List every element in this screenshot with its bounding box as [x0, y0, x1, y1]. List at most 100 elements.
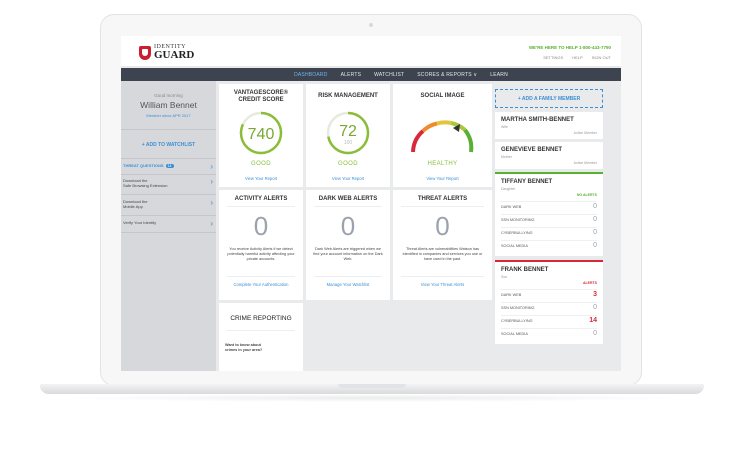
risk-score-value: 72 — [339, 123, 357, 140]
threat-questions-label: THREAT QUESTIONS — [123, 163, 164, 168]
member-name: FRANK BENNET — [501, 267, 549, 273]
monitor-row: DARK WEB 0 — [501, 201, 597, 211]
monitor-label: SSN MONITORING — [501, 217, 535, 222]
sidebar-item-mobile-app[interactable]: Download the Mobile App › — [123, 198, 213, 210]
monitor-label: SOCIAL MEDIA — [501, 243, 528, 248]
monitor-label: CYBERBULLYING — [501, 230, 533, 235]
main-nav: DASHBOARD ALERTS WATCHLIST SCORES & REPO… — [121, 68, 621, 81]
family-member-card[interactable]: GENEVIEVE BENNET Mother Active Member — [495, 142, 603, 169]
member-name: TIFFANY BENNET — [501, 179, 553, 185]
threat-alerts-description: Threat Alerts are vulnerabilities Watson… — [402, 247, 483, 262]
activity-alerts-count: 0 — [253, 211, 269, 241]
social-view-report-link[interactable]: View Your Report — [393, 176, 492, 181]
threat-alerts-title: THREAT ALERTS — [417, 196, 468, 202]
sidebar-item-safe-browsing[interactable]: Download the Safe Browsing Extension › — [123, 177, 213, 189]
member-name: MARTHA SMITH-BENNET — [501, 117, 574, 123]
monitor-value: 3 — [593, 291, 597, 298]
member-role: Daughter — [501, 187, 516, 191]
greeting-block: Good morning William Bennet Member since… — [121, 93, 216, 118]
member-alert-status: NO ALERTS — [576, 193, 597, 197]
risk-score-max: 100 — [344, 140, 353, 146]
family-member-card[interactable]: MARTHA SMITH-BENNET Wife Active Member — [495, 112, 603, 139]
safe-browsing-label: Download the Safe Browsing Extension — [123, 178, 168, 189]
monitor-label: SOCIAL MEDIA — [501, 331, 528, 336]
member-name: GENEVIEVE BENNET — [501, 147, 563, 153]
shield-logo-icon — [139, 45, 151, 60]
activity-alerts-card: ACTIVITY ALERTS 0 You receive Activity A… — [219, 190, 303, 300]
card-divider — [401, 206, 484, 207]
settings-link[interactable]: SETTINGS — [543, 55, 563, 60]
card-divider — [227, 206, 295, 207]
vantage-view-report-link[interactable]: View Your Report — [219, 176, 303, 181]
nav-watchlist[interactable]: WATCHLIST — [374, 72, 404, 78]
risk-management-gauge: 72 100 — [326, 111, 370, 155]
monitor-value: 0 — [593, 242, 597, 249]
risk-score-rating: GOOD — [338, 161, 358, 167]
dark-web-alerts-description: Dark Web Alerts are triggered when we fi… — [313, 247, 383, 262]
manage-watchlist-link[interactable]: Manage Your Watchlist — [306, 282, 390, 287]
laptop-shadow — [60, 394, 684, 402]
monitor-row: SSN MONITORING 0 — [501, 302, 597, 312]
social-image-title: SOCIAL IMAGE — [420, 93, 465, 99]
chevron-right-icon: › — [210, 162, 213, 171]
monitor-label: CYBERBULLYING — [501, 318, 533, 323]
dark-web-alerts-card: DARK WEB ALERTS 0 Dark Web Alerts are tr… — [306, 190, 390, 300]
help-line[interactable]: WE'RE HERE TO HELP 1-800-443-7790 — [529, 45, 611, 50]
top-bar: IDENTITY GUARD WE'RE HERE TO HELP 1-800-… — [121, 36, 621, 66]
crime-reporting-description: Want to know about crimes in your area? — [225, 343, 263, 353]
card-divider — [314, 276, 382, 277]
monitor-row: DARK WEB 3 — [501, 289, 597, 299]
sidebar-divider — [121, 232, 216, 233]
family-member-card-tiffany[interactable]: TIFFANY BENNET Daughter NO ALERTS DARK W… — [495, 172, 603, 256]
complete-authentication-link[interactable]: Complete Your Authentication — [219, 282, 303, 287]
mobile-app-label: Download the Mobile App — [123, 199, 148, 210]
card-divider — [401, 276, 484, 277]
social-image-gauge — [411, 120, 474, 153]
greeting-text: Good morning — [154, 93, 183, 98]
monitor-value: 0 — [593, 304, 597, 311]
risk-view-report-link[interactable]: View Your Report — [306, 176, 390, 181]
vantage-score-title: VANTAGESCORE® CREDIT SCORE — [233, 90, 289, 103]
help-link[interactable]: HELP — [572, 55, 582, 60]
member-status: Active Member — [573, 161, 597, 165]
nav-alerts[interactable]: ALERTS — [341, 72, 362, 78]
monitor-value: 0 — [593, 229, 597, 236]
sign-out-link[interactable]: SIGN OUT — [592, 55, 611, 60]
member-role: Mother — [501, 155, 512, 159]
sidebar: Good morning William Bennet Member since… — [121, 81, 216, 371]
nav-scores-reports[interactable]: SCORES & REPORTS ∨ — [417, 72, 477, 78]
monitor-label: DARK WEB — [501, 204, 522, 209]
activity-alerts-description: You receive Activity Alerts if we detect… — [227, 247, 295, 262]
family-member-card-frank[interactable]: FRANK BENNET Son ALERTS DARK WEB 3 SSN M… — [495, 260, 603, 344]
vantage-score-value: 740 — [248, 126, 275, 143]
card-divider — [227, 276, 295, 277]
dark-web-alerts-count: 0 — [340, 211, 356, 241]
card-divider — [314, 206, 382, 207]
activity-alerts-title: ACTIVITY ALERTS — [234, 196, 288, 202]
nav-learn[interactable]: LEARN — [490, 72, 508, 78]
risk-management-card: RISK MANAGEMENT 72 100 GOOD View Your Re… — [306, 84, 390, 187]
crime-reporting-title: CRIME REPORTING — [230, 315, 292, 322]
view-threat-alerts-link[interactable]: View Your Threat Alerts — [393, 282, 492, 287]
monitor-row: CYBERBULLYING 14 — [501, 315, 597, 325]
monitor-value: 0 — [593, 216, 597, 223]
nav-dashboard[interactable]: DASHBOARD — [294, 72, 327, 78]
dark-web-alerts-title: DARK WEB ALERTS — [318, 196, 378, 202]
logo[interactable]: IDENTITY GUARD — [139, 44, 194, 61]
sidebar-item-verify-identity[interactable]: Verify Your Identity › — [123, 219, 213, 228]
threat-alerts-count: 0 — [435, 211, 450, 241]
member-status: Active Member — [573, 131, 597, 135]
add-to-watchlist-button[interactable]: + ADD TO WATCHLIST — [121, 142, 216, 148]
monitor-value: 14 — [589, 317, 597, 324]
chevron-right-icon: › — [210, 177, 213, 186]
utility-links: SETTINGS HELP SIGN OUT — [543, 55, 611, 60]
chevron-right-icon: › — [210, 219, 213, 228]
sidebar-item-threat-questions[interactable]: THREAT QUESTIONS 14 › — [123, 162, 213, 171]
monitor-label: SSN MONITORING — [501, 305, 535, 310]
monitor-row: SOCIAL MEDIA 0 — [501, 328, 597, 338]
chevron-right-icon: › — [210, 198, 213, 207]
crime-reporting-card: CRIME REPORTING Want to know about crime… — [219, 303, 303, 371]
add-family-member-button[interactable]: + ADD A FAMILY MEMBER — [495, 89, 603, 108]
monitor-value: 0 — [593, 203, 597, 210]
card-divider — [227, 330, 295, 331]
